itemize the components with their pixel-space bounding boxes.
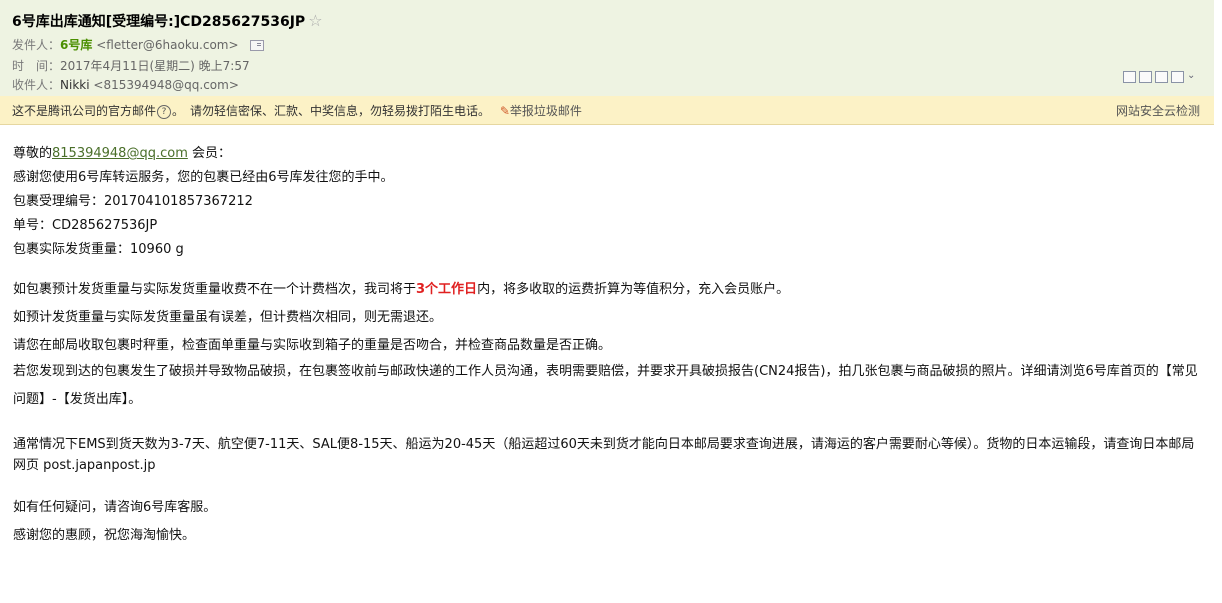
warning-text-2: 。 请勿轻信密保、汇款、中奖信息，勿轻易拨打陌生电话。 (172, 104, 491, 118)
security-warning-bar: 这不是腾讯公司的官方邮件?。 请勿轻信密保、汇款、中奖信息，勿轻易拨打陌生电话。… (0, 96, 1214, 125)
sender-row: 发件人：6号库 <fletter@6haoku.com> (12, 36, 265, 53)
para1-b: 内，将多收取的运费折算为等值积分，充入会员账户。 (477, 282, 790, 297)
tracking-number-line: 单号：CD285627536JP (13, 218, 158, 233)
new-window-icon[interactable] (1123, 71, 1136, 83)
working-days-highlight: 3个工作日 (416, 282, 478, 297)
from-label: 发件人： (12, 38, 61, 52)
subject-text: 6号库出库通知[受理编号:]CD285627536JP (12, 14, 306, 30)
greeting-prefix: 尊敬的 (13, 146, 53, 161)
security-check-link[interactable]: 网站安全云检测 (1116, 102, 1200, 119)
no-refund-paragraph: 如预计发货重量与实际发货重量虽有误差，但计费档次相同，则无需退还。 (13, 310, 443, 325)
body-line-1: 感谢您使用6号库转运服务，您的包裹已经由6号库发往您的手中。 (13, 170, 394, 185)
to-label: 收件人： (12, 78, 61, 92)
report-spam-link[interactable]: 举报垃圾邮件 (510, 104, 582, 118)
email-header: 6号库出库通知[受理编号:]CD285627536JP ☆ 发件人：6号库 <fl… (0, 0, 1214, 96)
para1-a: 如包裹预计发货重量与实际发货重量收费不在一个计费档次，我司将于 (13, 282, 417, 297)
report-spam-icon[interactable]: ✎ (500, 104, 510, 118)
time-label: 时 间： (12, 59, 61, 73)
fullscreen-icon[interactable] (1139, 71, 1152, 83)
damage-paragraph: 若您发现到达的包裹发生了破损并导致物品破损，在包裹签收前与邮政快递的工作人员沟通… (13, 364, 1198, 407)
print-icon[interactable] (1171, 71, 1184, 83)
thanks-paragraph: 感谢您的惠顾，祝您海淘愉快。 (13, 528, 196, 543)
recipient-name[interactable]: Nikki (60, 78, 90, 92)
warning-text: 这不是腾讯公司的官方邮件?。 请勿轻信密保、汇款、中奖信息，勿轻易拨打陌生电话。… (12, 102, 582, 119)
greeting-suffix: 会员： (187, 146, 231, 161)
parcel-id-line: 包裹受理编号：201704101857367212 (13, 194, 253, 209)
save-icon[interactable] (1155, 71, 1168, 83)
weight-line: 包裹实际发货重量：10960 g (13, 242, 184, 257)
greeting-email-link[interactable]: 815394948@qq.com (52, 146, 188, 161)
contact-card-icon[interactable] (250, 40, 265, 51)
time-value: 2017年4月11日(星期二) 晚上7:57 (60, 59, 250, 73)
sender-name[interactable]: 6号库 (60, 38, 92, 52)
recipient-email[interactable]: <815394948@qq.com> (93, 78, 239, 92)
delivery-time-paragraph: 通常情况下EMS到货天数为3-7天、航空便7-11天、SAL便8-15天、船运为… (13, 437, 1195, 473)
greeting-line: 尊敬的815394948@qq.com 会员： (13, 142, 231, 161)
refund-paragraph: 如包裹预计发货重量与实际发货重量收费不在一个计费档次，我司将于3个工作日内，将多… (13, 278, 789, 297)
sender-email[interactable]: <fletter@6haoku.com> (96, 38, 238, 52)
email-subject: 6号库出库通知[受理编号:]CD285627536JP ☆ (12, 11, 323, 31)
help-icon[interactable]: ? (157, 104, 172, 119)
warning-text-1: 这不是腾讯公司的官方邮件 (12, 104, 157, 118)
time-row: 时 间：2017年4月11日(星期二) 晚上7:57 (12, 57, 250, 74)
recipient-row: 收件人：Nikki <815394948@qq.com> (12, 76, 239, 93)
weigh-check-paragraph: 请您在邮局收取包裹时秤重，检查面单重量与实际收到箱子的重量是否吻合，并检查商品数… (13, 338, 612, 353)
chevron-down-icon[interactable]: ⌄ (1187, 71, 1197, 81)
header-toolbar: ⌄ (1123, 71, 1197, 83)
contact-paragraph: 如有任何疑问，请咨询6号库客服。 (13, 500, 217, 515)
star-icon[interactable]: ☆ (308, 11, 322, 30)
